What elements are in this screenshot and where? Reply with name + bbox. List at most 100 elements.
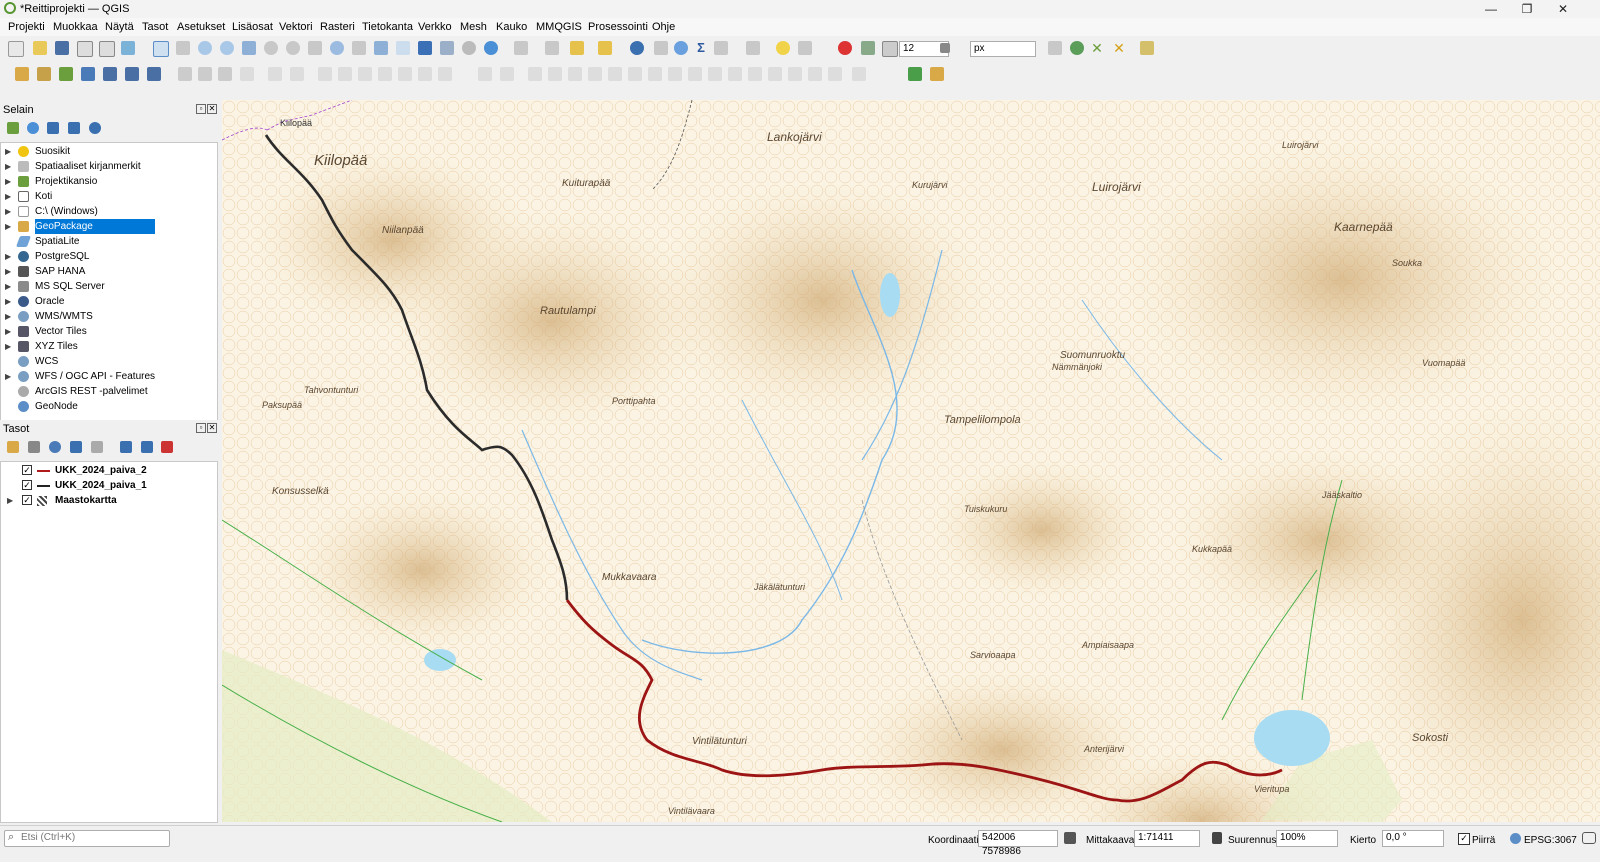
undo-icon[interactable] <box>418 67 432 81</box>
new-project-icon[interactable] <box>8 41 24 57</box>
browser-item-vector-tiles[interactable]: ▶ Vector Tiles <box>1 324 201 339</box>
menu-tietokanta[interactable]: Tietokanta <box>362 21 413 33</box>
snap-unit-select[interactable]: px <box>970 41 1036 57</box>
add-feature-icon[interactable] <box>240 67 254 81</box>
save-edits-icon[interactable] <box>218 67 232 81</box>
trace-offset-icon[interactable] <box>1140 41 1154 55</box>
expand-icon[interactable]: ▶ <box>5 204 11 219</box>
offset-curve-icon[interactable] <box>668 67 682 81</box>
browser-item-mssql[interactable]: ▶ MS SQL Server <box>1 279 201 294</box>
select-features-icon[interactable] <box>514 41 528 55</box>
expand-icon[interactable]: ▶ <box>5 189 11 204</box>
menu-mesh[interactable]: Mesh <box>460 21 487 33</box>
expand-all-icon[interactable] <box>120 441 132 453</box>
open-data-source-icon[interactable] <box>15 67 29 81</box>
processing-gear-icon[interactable] <box>674 41 688 55</box>
toggle-editing-icon[interactable] <box>178 67 192 81</box>
scale-combobox[interactable]: 1:71411 <box>1134 830 1200 847</box>
magnifier-spinbox[interactable]: 100% <box>1276 830 1338 847</box>
menu-kauko[interactable]: Kauko <box>496 21 527 33</box>
expand-icon[interactable]: ▶ <box>5 144 11 159</box>
delete-ring-icon[interactable] <box>608 67 622 81</box>
open-layer-styling-icon[interactable] <box>7 441 19 453</box>
add-selected-icon[interactable] <box>7 122 19 134</box>
add-table-icon[interactable] <box>147 67 161 81</box>
browser-item-drive[interactable]: ▶ C:\ (Windows) <box>1 204 201 219</box>
move-feature-icon[interactable] <box>290 67 304 81</box>
reverse-line-icon[interactable] <box>688 67 702 81</box>
expand-icon[interactable]: ▶ <box>5 174 11 189</box>
minimize-button[interactable]: — <box>1476 1 1506 17</box>
add-vector-layer-icon[interactable] <box>59 67 73 81</box>
deselect-icon[interactable] <box>570 41 584 55</box>
zoom-layer-icon[interactable] <box>286 41 300 55</box>
filter-browser-icon[interactable] <box>47 122 59 134</box>
messages-icon[interactable] <box>1582 832 1596 844</box>
layer-item[interactable]: ✓ UKK_2024_paiva_1 <box>1 478 211 493</box>
merge-features-icon[interactable] <box>768 67 782 81</box>
render-checkbox[interactable]: ✓ <box>1458 833 1470 845</box>
merge-attributes-icon[interactable] <box>788 67 802 81</box>
browser-item-postgresql[interactable]: ▶ PostgreSQL <box>1 249 201 264</box>
browser-item-oracle[interactable]: ▶ Oracle <box>1 294 201 309</box>
zoom-in-icon[interactable] <box>198 41 212 55</box>
fill-ring-icon[interactable] <box>588 67 602 81</box>
paste-icon[interactable] <box>398 67 412 81</box>
select-location-icon[interactable] <box>598 41 612 55</box>
save-project-icon[interactable] <box>55 41 69 55</box>
add-geopackage-icon[interactable] <box>37 67 51 81</box>
menu-prosessointi[interactable]: Prosessointi <box>588 21 648 33</box>
map-tips-icon[interactable] <box>776 41 790 55</box>
expand-icon[interactable]: ▶ <box>5 339 11 354</box>
redo-edit-icon[interactable] <box>852 67 866 81</box>
menu-rasteri[interactable]: Rasteri <box>320 21 355 33</box>
zoom-selection-icon[interactable] <box>264 41 278 55</box>
browser-item-spatialite[interactable]: SpatiaLite <box>1 234 201 249</box>
refresh-icon[interactable] <box>484 41 498 55</box>
browser-item-project-folder[interactable]: ▶ Projektikansio <box>1 174 201 189</box>
layer-item[interactable]: ▶ ✓ Maastokartta <box>1 493 211 508</box>
offset-point-icon[interactable] <box>828 67 842 81</box>
expand-icon[interactable]: ▶ <box>5 159 11 174</box>
pan-hand-icon[interactable] <box>153 41 169 57</box>
bookmark-new-icon[interactable] <box>418 41 432 55</box>
float-panel-button[interactable]: ▫ <box>196 104 206 114</box>
split-features-icon[interactable] <box>728 67 742 81</box>
coordinates-field[interactable]: 542006 7578986 <box>978 830 1058 857</box>
menu-vektori[interactable]: Vektori <box>279 21 313 33</box>
browser-item-arcgis[interactable]: ArcGIS REST -palvelimet <box>1 384 201 399</box>
zoom-next-icon[interactable] <box>352 41 366 55</box>
intersection-icon[interactable]: ✕ <box>1090 41 1104 55</box>
layer-visibility-checkbox[interactable]: ✓ <box>22 495 32 505</box>
add-group-icon[interactable] <box>28 441 40 453</box>
pencil-icon[interactable] <box>198 67 212 81</box>
expand-icon[interactable]: ▶ <box>5 294 11 309</box>
topology-icon[interactable] <box>1048 41 1062 55</box>
float-panel-button[interactable]: ▫ <box>196 423 206 433</box>
select-by-value-icon[interactable] <box>545 41 559 55</box>
zoom-native-icon[interactable] <box>308 41 322 55</box>
collapse-all-icon[interactable] <box>68 122 80 134</box>
simplify-icon[interactable] <box>528 67 542 81</box>
split-parts-icon[interactable] <box>748 67 762 81</box>
self-snapping-icon[interactable] <box>1070 41 1084 55</box>
expand-icon[interactable]: ▶ <box>5 249 11 264</box>
reshape-icon[interactable] <box>648 67 662 81</box>
cut-icon[interactable] <box>358 67 372 81</box>
tracing-icon[interactable]: ✕ <box>1112 41 1126 55</box>
maximize-button[interactable]: ❐ <box>1512 1 1542 17</box>
attribute-table-icon[interactable] <box>654 41 668 55</box>
browser-item-wms[interactable]: ▶ WMS/WMTS <box>1 309 201 324</box>
digitizing-tools-icon[interactable] <box>478 67 492 81</box>
expand-icon[interactable]: ▶ <box>5 324 11 339</box>
copy-icon[interactable] <box>378 67 392 81</box>
delete-part-icon[interactable] <box>628 67 642 81</box>
browser-item-geonode[interactable]: GeoNode <box>1 399 201 414</box>
browser-item-geopackage[interactable]: ▶ GeoPackage <box>1 219 201 234</box>
rotate-point-icon[interactable] <box>808 67 822 81</box>
snapping-mode-icon[interactable] <box>861 41 875 55</box>
plugin-a-icon[interactable] <box>908 67 922 81</box>
layer-visibility-checkbox[interactable]: ✓ <box>22 465 32 475</box>
new-map-view-icon[interactable] <box>374 41 388 55</box>
expand-icon[interactable]: ▶ <box>5 369 11 384</box>
